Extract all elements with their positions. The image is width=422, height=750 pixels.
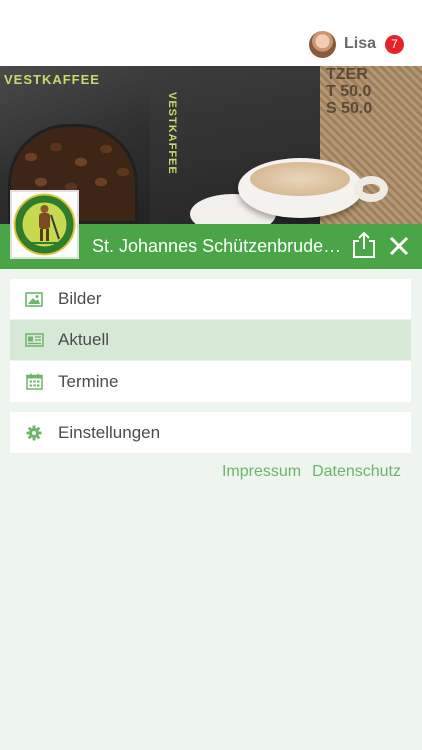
menu-item-label: Bilder — [58, 289, 102, 308]
menu-item-label: Aktuell — [58, 330, 110, 349]
datenschutz-link[interactable]: Datenschutz — [312, 463, 401, 481]
bag-label: VESTKAFFEE — [4, 72, 100, 87]
notification-badge[interactable]: 7 — [385, 34, 404, 54]
impressum-link[interactable]: Impressum — [222, 463, 301, 481]
user-menu[interactable]: Lisa 7 — [308, 30, 404, 58]
menu-item-termine[interactable]: Termine — [10, 361, 411, 402]
avatar[interactable] — [308, 30, 336, 58]
gear-icon — [24, 423, 44, 443]
footer-links: Impressum Datenschutz — [222, 463, 401, 481]
cup-handle-image — [354, 176, 388, 202]
settings-menu: Einstellungen — [10, 412, 411, 453]
menu-item-einstellungen[interactable]: Einstellungen — [10, 412, 411, 453]
menu-item-label: Einstellungen — [58, 422, 161, 442]
club-title: St. Johannes Schützenbruderschaft — [92, 236, 342, 256]
main-menu: Bilder Aktuell Termine — [10, 279, 411, 402]
share-button[interactable] — [350, 230, 378, 260]
calendar-icon — [24, 372, 44, 392]
club-logo — [10, 190, 79, 259]
image-icon — [24, 289, 44, 309]
bag-label: VESTKAFFEE — [166, 92, 178, 175]
coffee-image — [250, 162, 350, 196]
user-name[interactable]: Lisa — [344, 35, 376, 53]
menu-item-label: Termine — [58, 371, 119, 391]
close-button[interactable] — [386, 232, 412, 260]
share-icon — [353, 231, 375, 258]
club-crest-icon — [13, 193, 76, 256]
news-icon — [24, 330, 44, 350]
close-icon — [389, 236, 409, 256]
sack-text: TZER T 50.0 S 50.0 — [326, 66, 373, 117]
top-bar: Lisa 7 — [0, 0, 422, 66]
menu-item-aktuell[interactable]: Aktuell — [10, 320, 411, 361]
menu-item-bilder[interactable]: Bilder — [10, 279, 411, 320]
